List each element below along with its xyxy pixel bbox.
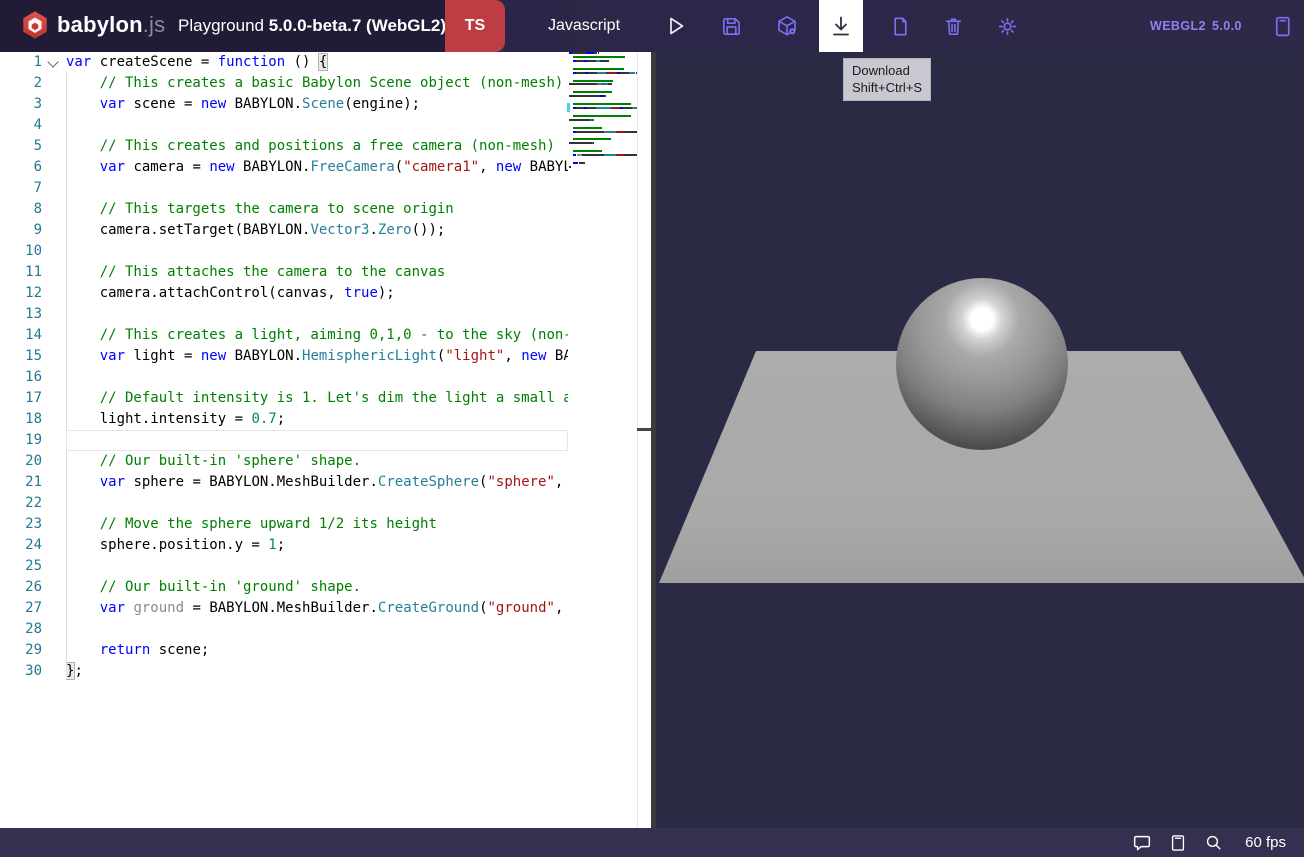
header-bar: babylon.js Playground 5.0.0-beta.7 (WebG… [0, 0, 1304, 52]
download-tooltip: Download Shift+Ctrl+S [843, 58, 931, 101]
fps-counter: 60 fps [1245, 834, 1286, 851]
code-line: 17 // Default intensity is 1. Let's dim … [0, 388, 637, 409]
save-button[interactable] [709, 0, 753, 52]
code-line: 11 // This attaches the camera to the ca… [0, 262, 637, 283]
code-lines[interactable]: 1var createScene = function () {2 // Thi… [0, 52, 637, 828]
language-selector-button[interactable]: Javascript [543, 0, 625, 52]
code-line: 27 var ground = BABYLON.MeshBuilder.Crea… [0, 598, 637, 619]
code-line: 1var createScene = function () { [0, 52, 637, 73]
code-line: 4 [0, 115, 637, 136]
play-icon [664, 14, 688, 38]
engine-version-label: 5.0.0 [1212, 0, 1242, 52]
page-title: Playground 5.0.0-beta.7 (WebGL2) [178, 0, 446, 52]
code-line: 23 // Move the sphere upward 1/2 its hei… [0, 514, 637, 535]
settings-button[interactable] [985, 0, 1029, 52]
feedback-button[interactable] [1131, 832, 1153, 854]
code-line: 24 sphere.position.y = 1; [0, 535, 637, 556]
device-icon [1270, 14, 1295, 39]
inspector-button[interactable] [765, 0, 809, 52]
docs-icon [1168, 833, 1188, 853]
settings-icon [996, 15, 1019, 38]
code-line: 21 var sphere = BABYLON.MeshBuilder.Crea… [0, 472, 637, 493]
code-line: 19 [0, 430, 637, 451]
code-line: 15 var light = new BABYLON.HemisphericLi… [0, 346, 637, 367]
babylon-playground-app: babylon.js Playground 5.0.0-beta.7 (WebG… [0, 0, 1304, 857]
render-canvas[interactable] [656, 52, 1304, 828]
clear-code-button[interactable] [931, 0, 975, 52]
code-line: 12 camera.attachControl(canvas, true); [0, 283, 637, 304]
splitter-drag-handle[interactable] [637, 428, 651, 431]
code-line: 28 [0, 619, 637, 640]
delete-icon [942, 15, 965, 38]
typescript-toggle-button[interactable]: TS [445, 0, 505, 52]
new-file-icon [889, 15, 912, 38]
wordmark: babylon.js [57, 12, 165, 38]
code-line: 8 // This targets the camera to scene or… [0, 199, 637, 220]
download-button[interactable] [819, 0, 863, 52]
code-line: 7 [0, 178, 637, 199]
docs-button[interactable] [1168, 833, 1188, 853]
fold-chevron-icon[interactable] [47, 56, 58, 67]
code-line: 5 // This creates and positions a free c… [0, 136, 637, 157]
babylon-logo[interactable]: babylon.js [20, 10, 165, 40]
code-line: 22 [0, 493, 637, 514]
code-editor[interactable]: 1var createScene = function () {2 // Thi… [0, 52, 651, 828]
code-line: 6 var camera = new BABYLON.FreeCamera("c… [0, 157, 637, 178]
tooltip-shortcut: Shift+Ctrl+S [852, 79, 922, 96]
search-button[interactable] [1203, 832, 1224, 853]
code-line: 26 // Our built-in 'ground' shape. [0, 577, 637, 598]
status-bar: 60 fps [0, 828, 1304, 857]
code-line: 13 [0, 304, 637, 325]
code-line: 2 // This creates a basic Babylon Scene … [0, 73, 637, 94]
qr-device-button[interactable] [1260, 0, 1304, 52]
new-playground-button[interactable] [878, 0, 922, 52]
code-line: 3 var scene = new BABYLON.Scene(engine); [0, 94, 637, 115]
code-line: 9 camera.setTarget(BABYLON.Vector3.Zero(… [0, 220, 637, 241]
minimap-border [637, 52, 638, 828]
download-icon [829, 14, 853, 38]
tooltip-title: Download [852, 62, 922, 79]
babylon-logo-icon [20, 10, 50, 40]
webgl-version-label: WEBGL2 [1150, 0, 1206, 52]
run-button[interactable] [654, 0, 698, 52]
code-line: 20 // Our built-in 'sphere' shape. [0, 451, 637, 472]
code-line: 14 // This creates a light, aiming 0,1,0… [0, 325, 637, 346]
inspector-icon [775, 14, 799, 38]
minimap[interactable] [568, 52, 637, 828]
code-line: 30}; [0, 661, 637, 682]
code-line: 25 [0, 556, 637, 577]
comment-bubble-icon [1131, 832, 1153, 854]
code-line: 16 [0, 367, 637, 388]
code-line: 10 [0, 241, 637, 262]
code-line: 18 light.intensity = 0.7; [0, 409, 637, 430]
search-icon [1203, 832, 1224, 853]
sphere-mesh [896, 278, 1068, 450]
save-icon [720, 15, 743, 38]
editor-canvas-divider[interactable] [651, 52, 656, 828]
minimap-decoration [567, 103, 570, 112]
code-line: 29 return scene; [0, 640, 637, 661]
